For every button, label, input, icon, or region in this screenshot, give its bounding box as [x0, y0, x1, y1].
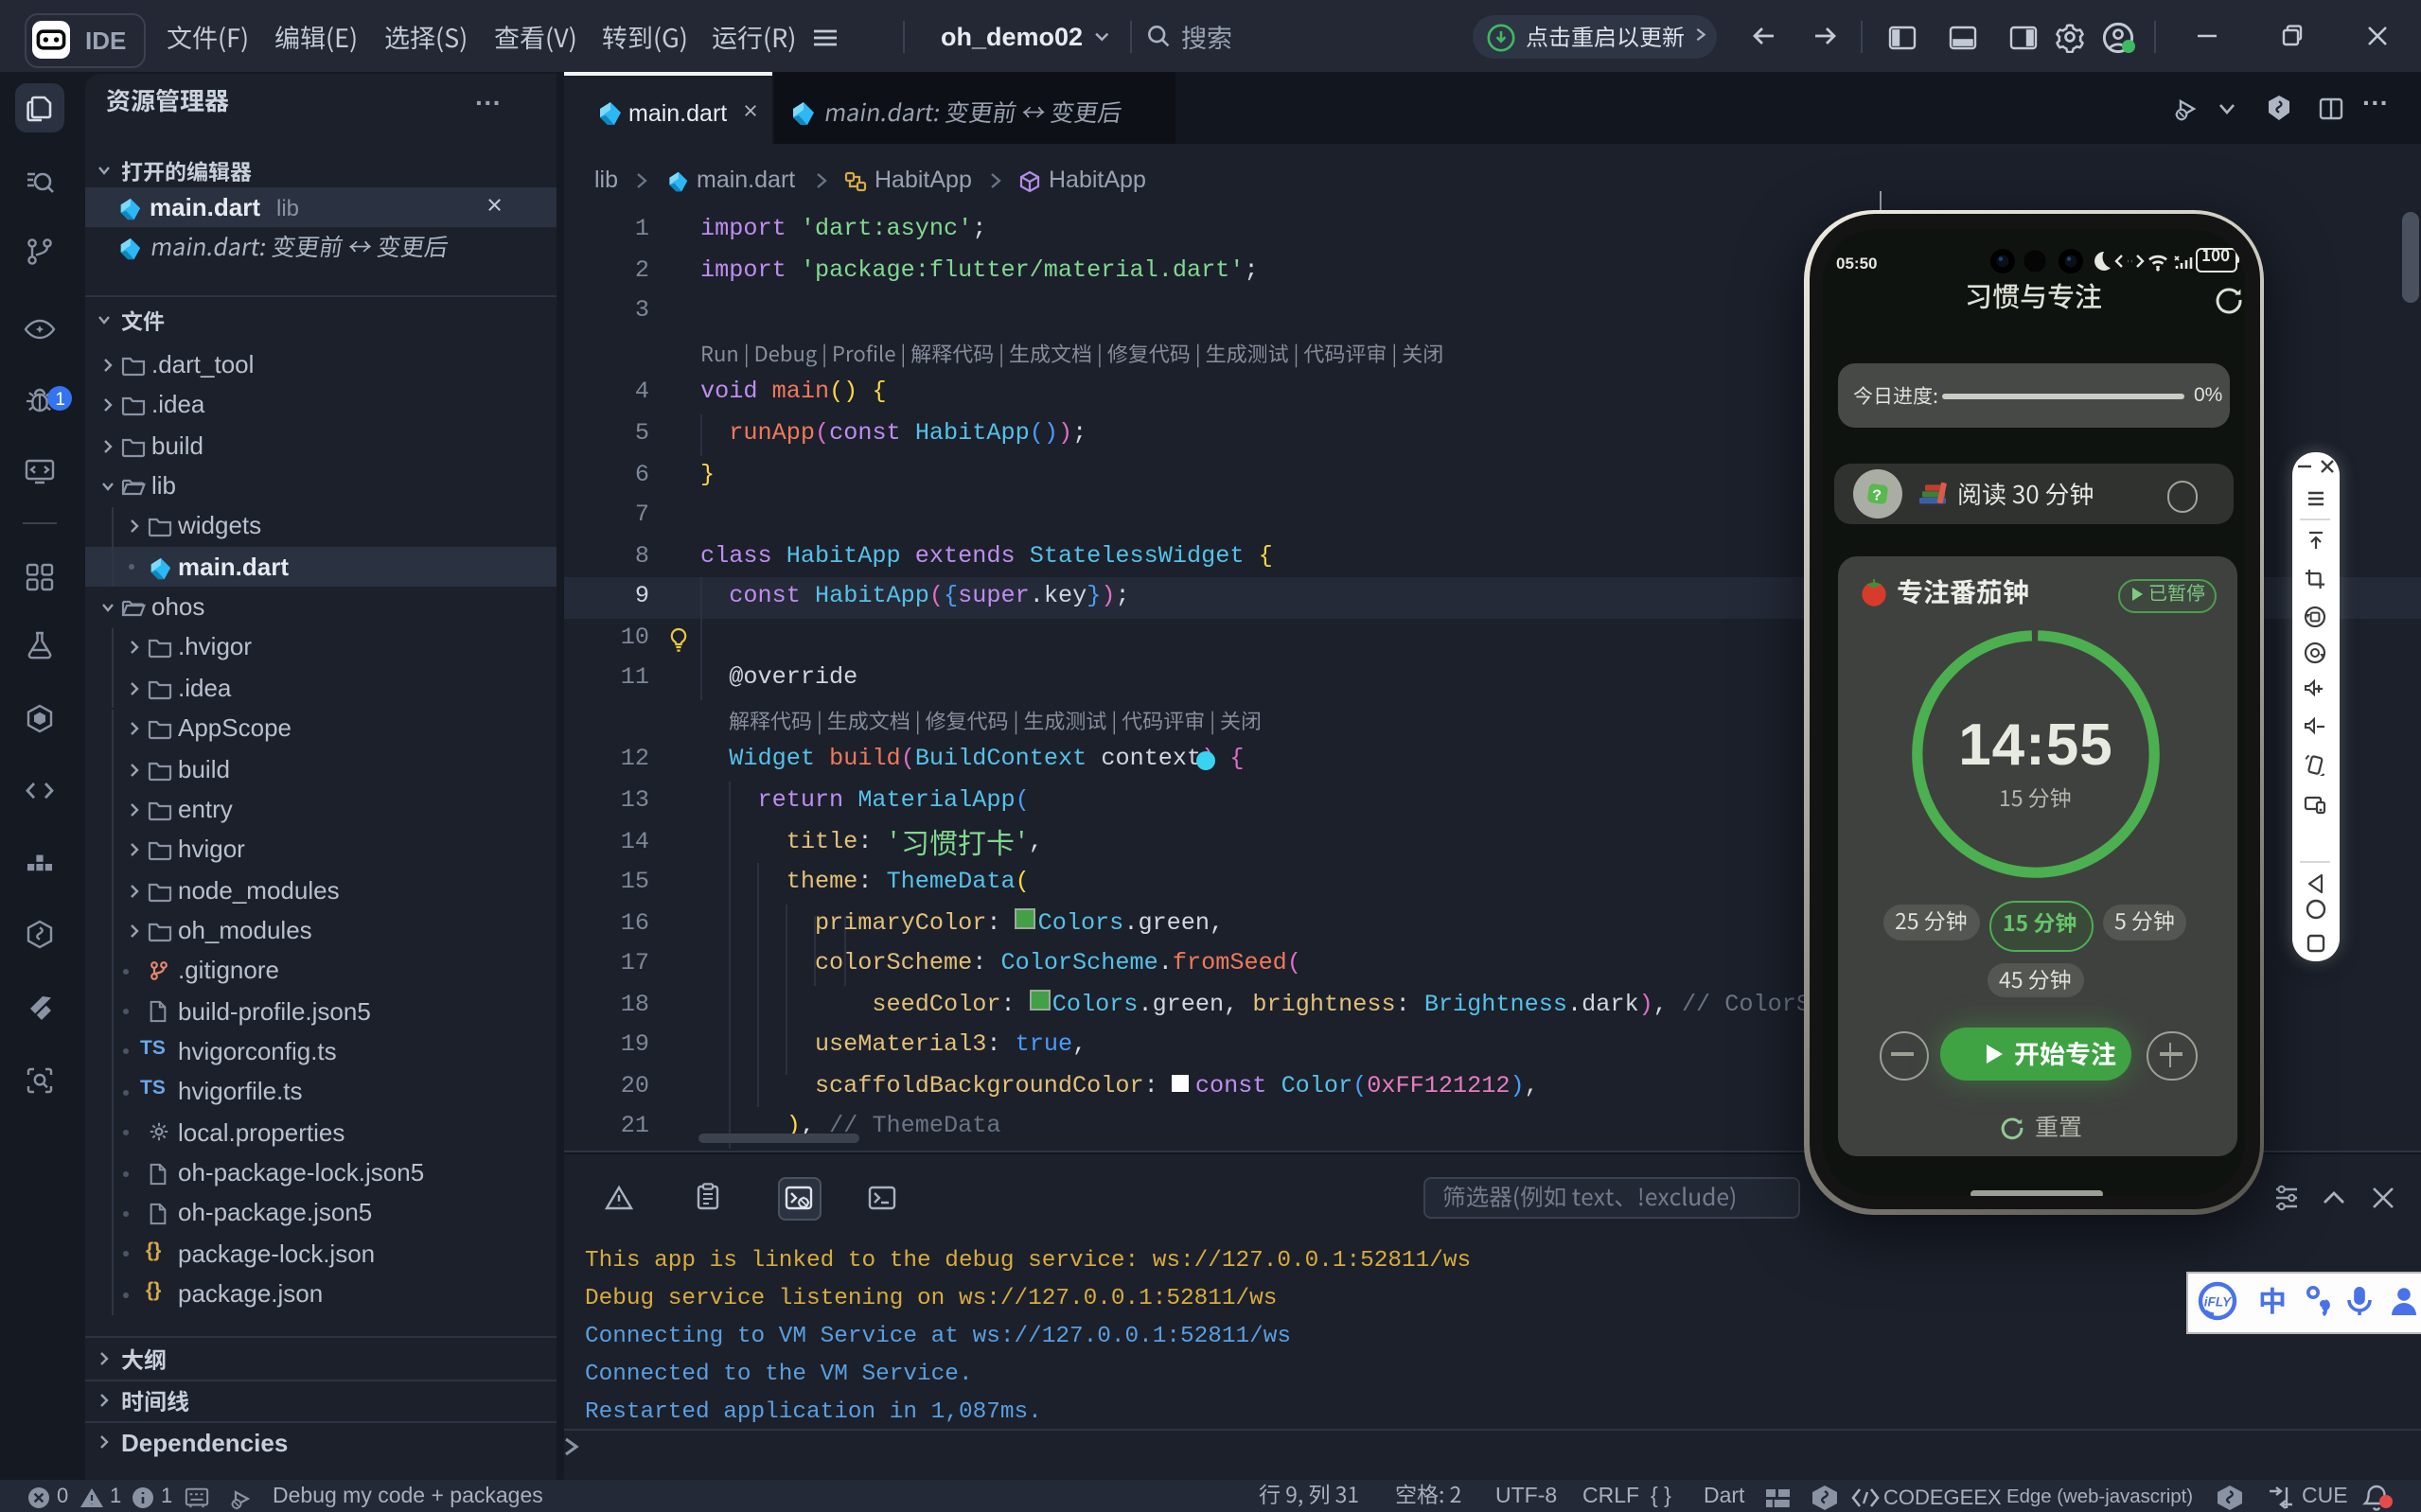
- svg-text:iFLY: iFLY: [2204, 1294, 2233, 1309]
- svg-text:?: ?: [1872, 487, 1882, 503]
